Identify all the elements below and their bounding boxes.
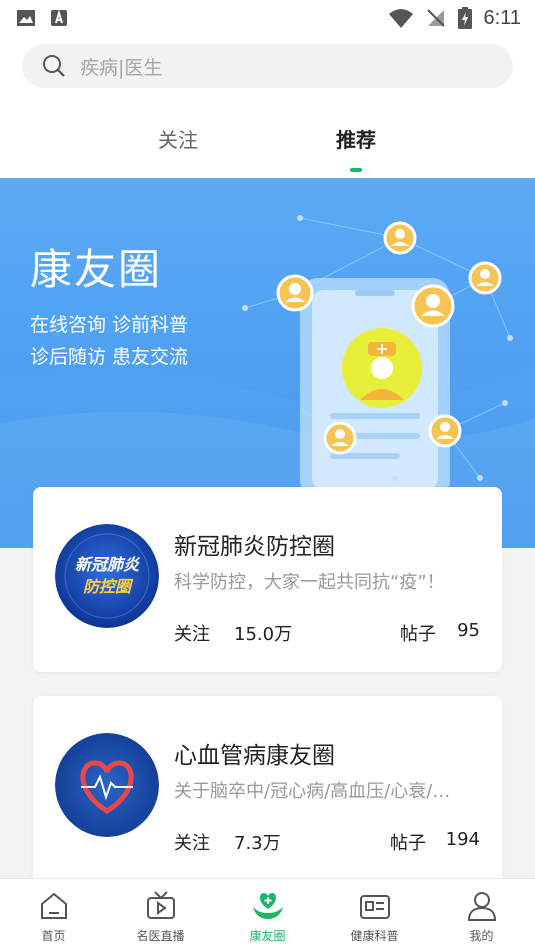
- search-input[interactable]: 疾病|医生: [22, 44, 513, 88]
- circle-description: 关于脑卒中/冠心病/高血压/心衰/…: [174, 781, 451, 802]
- posts-count: 194: [445, 829, 480, 850]
- nav-mine[interactable]: 我的: [428, 879, 535, 952]
- active-tab-indicator: [350, 168, 362, 172]
- follow-label: 关注: [174, 624, 210, 645]
- status-bar: 6:11: [0, 0, 535, 36]
- nav-health-science[interactable]: 健康科普: [321, 879, 428, 952]
- posts-label: 帖子: [400, 624, 436, 645]
- circle-card[interactable]: 新冠肺炎 防控圈 新冠肺炎防控圈 科学防控，大家一起共同抗“疫”！ 关注 15.…: [33, 487, 502, 672]
- nav-label: 健康科普: [350, 929, 399, 943]
- banner-subtitle-1: 在线咨询 诊前科普: [30, 314, 189, 336]
- follow-label: 关注: [174, 833, 210, 854]
- nav-label: 康友圈: [249, 929, 286, 943]
- user-icon: [467, 892, 496, 921]
- tab-follow[interactable]: 关注: [158, 124, 198, 153]
- news-icon: [359, 895, 390, 919]
- no-signal-icon: [426, 9, 445, 27]
- cardiovascular-circle-logo: [55, 733, 159, 837]
- nav-home[interactable]: 首页: [0, 879, 107, 952]
- image-notification-icon: [17, 10, 35, 26]
- status-time: 6:11: [483, 6, 521, 29]
- svg-text:防控圈: 防控圈: [83, 577, 134, 596]
- tab-recommend[interactable]: 推荐: [336, 124, 376, 153]
- circle-title: 心血管病康友圈: [174, 743, 335, 769]
- nav-kangyou[interactable]: 康友圈: [214, 879, 321, 952]
- follow-count: 15.0万: [234, 624, 293, 645]
- battery-icon: [457, 7, 472, 29]
- care-hands-icon: [252, 893, 283, 919]
- tab-bar: 关注 推荐: [0, 112, 535, 172]
- nav-live[interactable]: 名医直播: [107, 879, 214, 952]
- text-notification-icon: [51, 9, 67, 26]
- covid-circle-logo: 新冠肺炎 防控圈: [55, 524, 159, 628]
- banner-title: 康友圈: [30, 245, 163, 294]
- nav-label: 首页: [41, 929, 66, 943]
- circle-title: 新冠肺炎防控圈: [174, 534, 335, 560]
- circle-card[interactable]: 心血管病康友圈 关于脑卒中/冠心病/高血压/心衰/… 关注 7.3万 帖子 19…: [33, 696, 502, 886]
- search-placeholder: 疾病|医生: [80, 56, 163, 79]
- svg-text:新冠肺炎: 新冠肺炎: [75, 555, 141, 574]
- home-icon: [40, 892, 67, 919]
- wifi-icon: [388, 9, 413, 28]
- nav-label: 我的: [469, 929, 494, 943]
- posts-count: 95: [457, 620, 480, 641]
- posts-label: 帖子: [390, 833, 426, 854]
- circle-description: 科学防控，大家一起共同抗“疫”！: [174, 572, 445, 593]
- banner-subtitle-2: 诊后随访 患友交流: [30, 346, 189, 368]
- bottom-nav: 首页 名医直播 康友圈 健康科普 我的: [0, 878, 535, 952]
- search-icon: [43, 55, 65, 77]
- follow-count: 7.3万: [234, 833, 281, 854]
- nav-label: 名医直播: [136, 929, 185, 943]
- tv-icon: [146, 891, 175, 919]
